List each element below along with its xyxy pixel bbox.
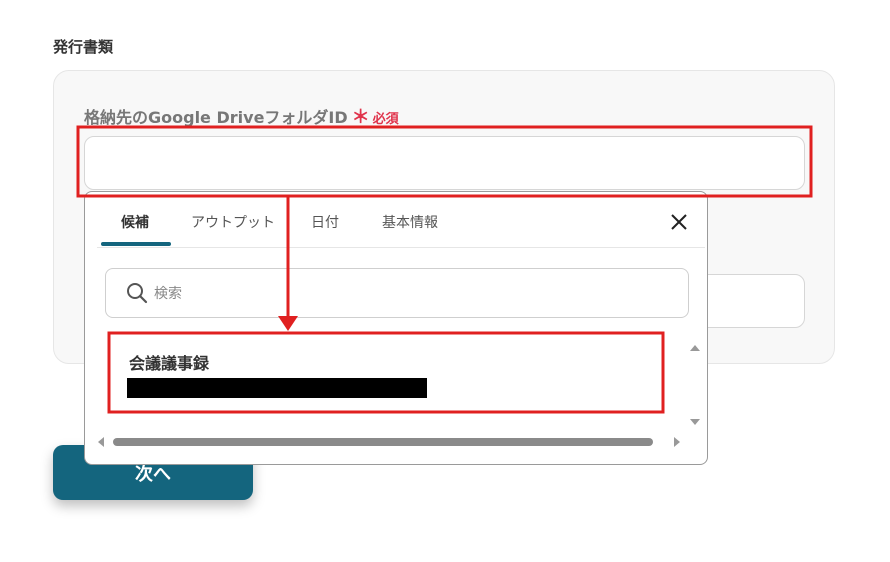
required-asterisk: ＊ xyxy=(351,107,370,128)
scroll-left-arrow-icon[interactable] xyxy=(95,436,107,448)
scroll-right-arrow-icon[interactable] xyxy=(671,436,683,448)
tab-divider xyxy=(97,247,705,248)
redacted-block xyxy=(127,378,427,398)
search-input[interactable] xyxy=(152,279,676,309)
close-icon[interactable] xyxy=(669,212,689,232)
scroll-up-arrow-icon[interactable] xyxy=(689,342,701,354)
tab-output[interactable]: アウトプット xyxy=(191,212,275,232)
folder-id-input[interactable] xyxy=(84,136,805,190)
popup-tabs: 候補 アウトプット 日付 基本情報 xyxy=(85,192,707,248)
list-item-title: 会議議事録 xyxy=(129,354,210,373)
active-tab-indicator xyxy=(101,242,171,246)
candidate-list: 会議議事録 xyxy=(105,332,685,428)
tab-candidates[interactable]: 候補 xyxy=(121,212,149,232)
search-icon xyxy=(127,283,148,304)
list-item[interactable]: 会議議事録 xyxy=(105,332,665,412)
section-title: 発行書類 xyxy=(53,38,114,56)
folder-id-label-text: 格納先のGoogle DriveフォルダID xyxy=(84,108,348,127)
tab-date[interactable]: 日付 xyxy=(311,212,339,232)
folder-id-label: 格納先のGoogle DriveフォルダID ＊必須 xyxy=(84,103,399,129)
scroll-down-arrow-icon[interactable] xyxy=(689,416,701,428)
suggestion-popup: 候補 アウトプット 日付 基本情報 会議議事録 xyxy=(84,191,708,465)
search-box xyxy=(105,268,689,318)
tab-basic-info[interactable]: 基本情報 xyxy=(382,212,438,232)
horizontal-scrollbar[interactable] xyxy=(113,438,653,446)
required-text: 必須 xyxy=(372,112,399,127)
